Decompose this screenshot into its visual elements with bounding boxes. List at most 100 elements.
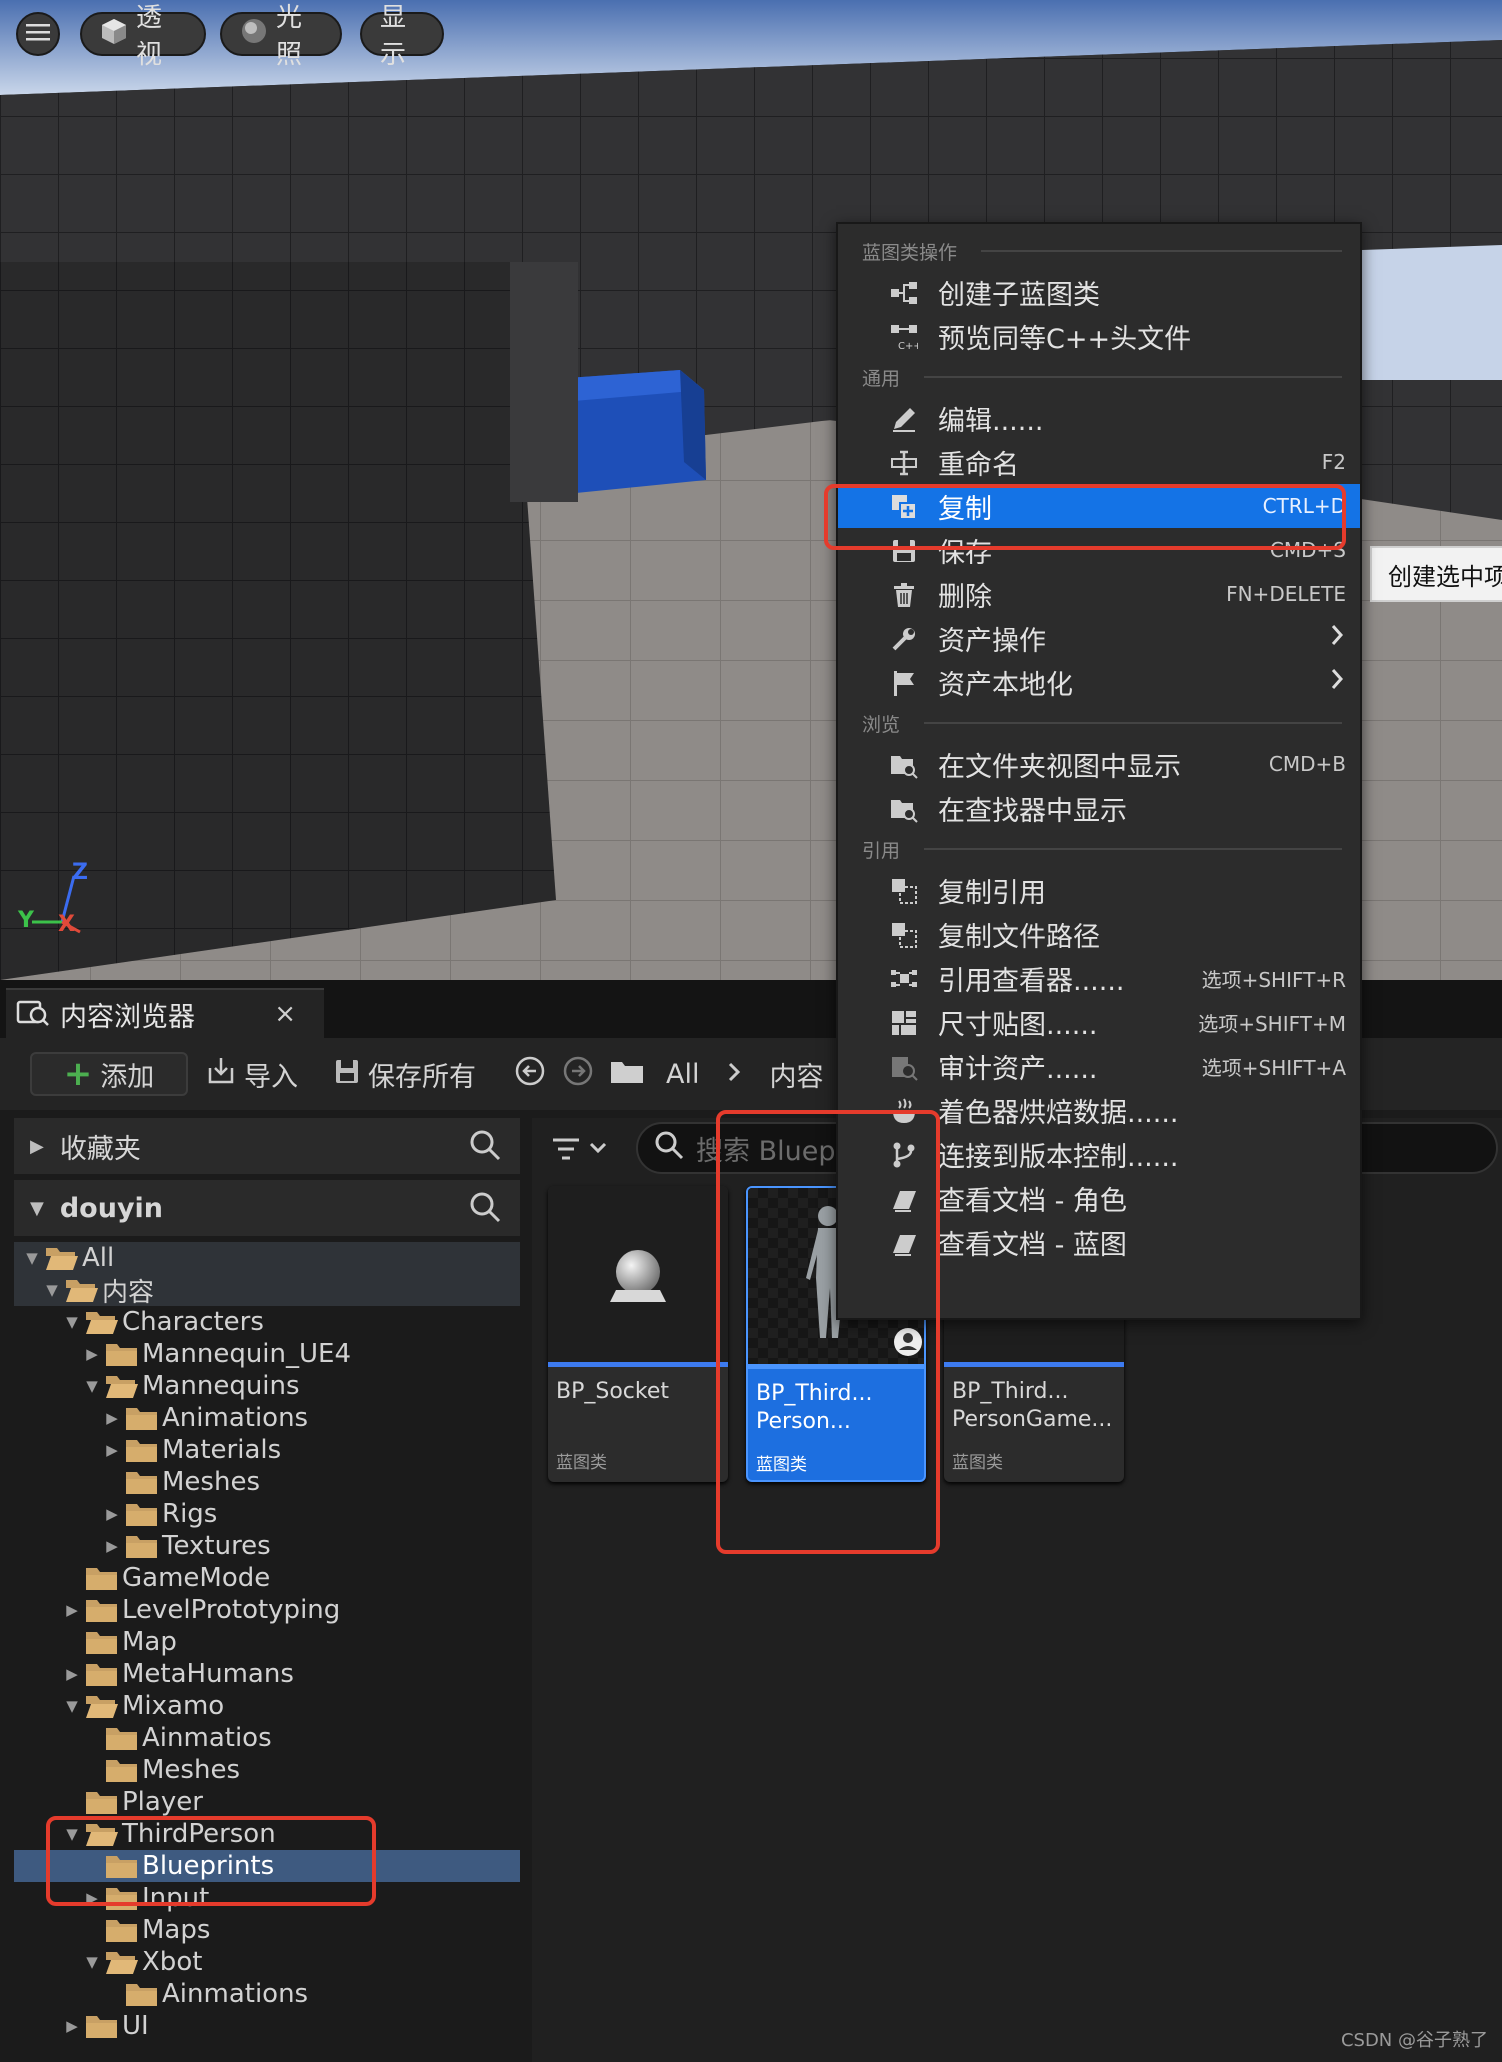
menu-section-header: 通用 <box>862 362 1342 392</box>
menu-item-label: 复制引用 <box>938 877 1046 909</box>
tree-folder-row[interactable]: ▶ Rigs <box>14 1498 520 1530</box>
menu-item[interactable]: 在文件夹视图中显示 CMD+B <box>838 742 1360 786</box>
menu-item[interactable]: C++ 预览同等C++头文件 <box>838 314 1360 358</box>
perspective-button[interactable]: 透视 <box>80 3 206 70</box>
tree-folder-row[interactable]: ▶ MetaHumans <box>14 1658 520 1690</box>
collapsed-arrow-icon[interactable]: ▶ <box>62 2017 82 2035</box>
annotation-highlight-folder <box>46 1816 376 1906</box>
expanded-arrow-icon[interactable]: ▼ <box>82 1377 102 1395</box>
tree-folder-label: LevelPrototyping <box>122 1595 341 1625</box>
flag-icon <box>890 669 918 697</box>
menu-item-label: 审计资产...... <box>938 1053 1098 1085</box>
tree-folder-row[interactable]: ▶ Mannequin_UE4 <box>14 1338 520 1370</box>
menu-item[interactable]: 资产本地化 <box>838 660 1360 704</box>
tree-folder-label: Mixamo <box>122 1691 225 1721</box>
expanded-arrow-icon[interactable]: ▼ <box>62 1697 82 1715</box>
tree-folder-row[interactable]: Meshes <box>14 1466 520 1498</box>
breadcrumb-item[interactable]: 内容 <box>769 1055 823 1094</box>
menu-item[interactable]: 资产操作 <box>838 616 1360 660</box>
tree-folder-row[interactable]: ▶ Animations <box>14 1402 520 1434</box>
expanded-arrow-icon[interactable]: ▼ <box>22 1249 42 1267</box>
menu-item[interactable]: 审计资产...... 选项+SHIFT+A <box>838 1044 1360 1088</box>
search-icon[interactable] <box>468 1128 502 1169</box>
tree-folder-row[interactable]: ▶ LevelPrototyping <box>14 1594 520 1626</box>
collapsed-arrow-icon[interactable]: ▶ <box>102 1409 122 1427</box>
expanded-arrow-icon[interactable]: ▼ <box>42 1281 62 1299</box>
show-button[interactable]: 显示 <box>360 3 444 70</box>
tree-folder-row[interactable]: ▶ Materials <box>14 1434 520 1466</box>
tree-folder-row[interactable]: Ainmatios <box>14 1722 520 1754</box>
folder-icon <box>125 1405 159 1431</box>
audit-icon <box>890 1053 918 1081</box>
import-button[interactable]: 导入 <box>206 1052 298 1096</box>
menu-item[interactable]: 重命名 F2 <box>838 440 1360 484</box>
project-header[interactable]: ▼ douyin <box>14 1180 520 1236</box>
history-forward-button[interactable] <box>562 1052 594 1096</box>
menu-item[interactable]: 在查找器中显示 <box>838 786 1360 830</box>
collapsed-arrow-icon[interactable]: ▶ <box>102 1505 122 1523</box>
expanded-arrow-icon[interactable]: ▼ <box>62 1313 82 1331</box>
perspective-label: 透视 <box>136 3 163 70</box>
menu-item-label: 着色器烘焙数据...... <box>938 1097 1179 1129</box>
menu-section-header: 蓝图类操作 <box>862 236 1342 266</box>
tree-folder-row[interactable]: ▶ UI <box>14 2010 520 2042</box>
close-icon[interactable]: × <box>274 999 296 1029</box>
expanded-arrow-icon[interactable]: ▼ <box>82 1953 102 1971</box>
tree-folder-row[interactable]: Map <box>14 1626 520 1658</box>
tree-folder-row[interactable]: Ainmations <box>14 1978 520 2010</box>
import-label: 导入 <box>244 1061 298 1093</box>
tree-folder-row[interactable]: ▼ Mixamo <box>14 1690 520 1722</box>
tree-folder-label: UI <box>122 2011 149 2041</box>
search-icon[interactable] <box>468 1190 502 1231</box>
tree-folder-row[interactable]: ▶ Textures <box>14 1530 520 1562</box>
collapsed-arrow-icon[interactable]: ▶ <box>62 1601 82 1619</box>
menu-item[interactable]: 尺寸贴图...... 选项+SHIFT+M <box>838 1000 1360 1044</box>
collapsed-arrow-icon[interactable]: ▶ <box>102 1537 122 1555</box>
tab-content-browser[interactable]: 内容浏览器 × <box>6 988 324 1038</box>
add-button[interactable]: + 添加 <box>30 1052 188 1096</box>
tree-folder-row[interactable]: ▼ Mannequins <box>14 1370 520 1402</box>
menu-item[interactable]: 创建子蓝图类 <box>838 270 1360 314</box>
menu-item[interactable]: 复制引用 <box>838 868 1360 912</box>
tree-folder-row[interactable]: Player <box>14 1786 520 1818</box>
viewport-menu-button[interactable] <box>16 12 60 56</box>
tree-folder-row[interactable]: ▼ All <box>14 1242 520 1274</box>
show-label: 显示 <box>380 3 407 70</box>
tree-folder-label: All <box>82 1243 115 1273</box>
history-back-button[interactable] <box>514 1052 546 1096</box>
folder-icon <box>105 1757 139 1783</box>
filter-icon <box>550 1128 582 1172</box>
menu-item-label: 创建子蓝图类 <box>938 279 1100 311</box>
favorites-header[interactable]: ▶ 收藏夹 <box>14 1118 520 1174</box>
tree-folder-row[interactable]: GameMode <box>14 1562 520 1594</box>
collapsed-arrow-icon[interactable]: ▶ <box>102 1441 122 1459</box>
tree-folder-row[interactable]: Maps <box>14 1914 520 1946</box>
menu-item[interactable]: 删除 FN+DELETE <box>838 572 1360 616</box>
tree-folder-row[interactable]: ▼ 内容 <box>14 1274 520 1308</box>
tree-folder-row[interactable]: ▼ Characters <box>14 1306 520 1338</box>
save-all-button[interactable]: 保存所有 <box>334 1052 476 1096</box>
collapsed-arrow-icon[interactable]: ▶ <box>82 1345 102 1363</box>
breadcrumb-item[interactable]: All <box>666 1059 699 1090</box>
tree-folder-label: Ainmatios <box>142 1723 272 1753</box>
folder-icon <box>125 1533 159 1559</box>
menu-item[interactable]: 复制文件路径 <box>838 912 1360 956</box>
save-all-label: 保存所有 <box>368 1061 476 1093</box>
menu-divider <box>924 722 1342 724</box>
tree-folder-label: MetaHumans <box>122 1659 294 1689</box>
menu-item[interactable]: 引用查看器...... 选项+SHIFT+R <box>838 956 1360 1000</box>
filter-button[interactable] <box>550 1128 608 1172</box>
tree-folder-label: GameMode <box>122 1563 271 1593</box>
asset-tile[interactable]: BP_Socket 蓝图类 <box>548 1186 728 1482</box>
tree-folder-row[interactable]: Meshes <box>14 1754 520 1786</box>
collapsed-arrow-icon[interactable]: ▶ <box>62 1665 82 1683</box>
cpp-header-icon: C++ <box>890 323 922 352</box>
folder-icon <box>85 1661 119 1687</box>
folder-icon <box>85 1565 119 1591</box>
menu-item-label: 查看文档 - 角色 <box>938 1185 1127 1217</box>
menu-item-label: 资产本地化 <box>938 669 1073 701</box>
tree-folder-label: Player <box>122 1787 203 1817</box>
lighting-button[interactable]: 光照 <box>220 3 342 70</box>
tree-folder-row[interactable]: ▼ Xbot <box>14 1946 520 1978</box>
menu-item[interactable]: 编辑...... <box>838 396 1360 440</box>
